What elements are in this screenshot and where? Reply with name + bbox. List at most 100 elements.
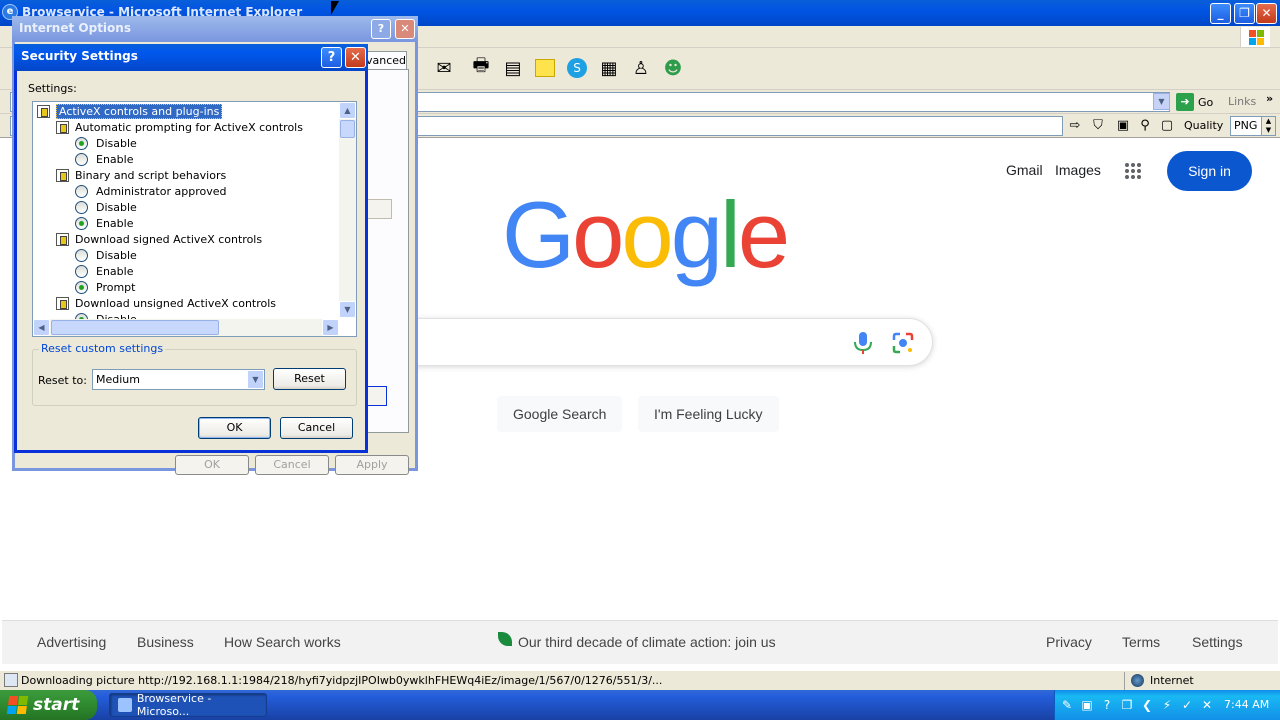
io-apply-button[interactable]: Apply [335, 455, 409, 475]
scroll-right-button[interactable]: ▶ [322, 319, 339, 336]
internet-options-title[interactable]: Internet Options [12, 16, 418, 42]
radio-checked-icon[interactable] [75, 280, 88, 294]
sign-in-button[interactable]: Sign in [1167, 151, 1252, 191]
footer-climate[interactable]: Our third decade of climate action: join… [518, 634, 776, 650]
cancel-button[interactable]: Cancel [280, 417, 353, 439]
messenger-icon[interactable]: ☻ [661, 56, 685, 80]
settings-tree[interactable]: ActiveX controls and plug-ins Automatic p… [32, 101, 357, 337]
links-label[interactable]: Links [1228, 95, 1256, 108]
format-spinner[interactable]: ▲ ▼ [1261, 117, 1275, 135]
footer-settings[interactable]: Settings [1192, 634, 1243, 650]
setting-group-icon[interactable] [56, 168, 69, 182]
vertical-scrollbar[interactable]: ▲ ▼ [339, 102, 356, 318]
tree-option[interactable]: Enable [75, 151, 133, 167]
ss-close-button[interactable]: ✕ [345, 47, 366, 68]
io-ok-button[interactable]: OK [175, 455, 249, 475]
reset-level-select[interactable]: Medium ▼ [92, 369, 265, 390]
start-button[interactable]: start [0, 690, 97, 720]
tree-setting[interactable]: ActiveX controls and plug-ins [37, 103, 223, 119]
tree-setting[interactable]: Automatic prompting for ActiveX controls [56, 119, 303, 135]
horizontal-scrollbar[interactable]: ◀ ▶ [33, 319, 339, 336]
tree-option[interactable]: Disable [75, 135, 137, 151]
setting-group-icon[interactable] [56, 120, 69, 134]
tray-help-icon[interactable]: ? [1099, 697, 1115, 713]
tree-option[interactable]: Disable [75, 247, 137, 263]
scroll-left-button[interactable]: ◀ [33, 319, 50, 336]
images-link[interactable]: Images [1055, 162, 1101, 178]
scroll-up-button[interactable]: ▲ [339, 102, 356, 119]
scroll-down-button[interactable]: ▼ [339, 301, 356, 318]
note-icon[interactable] [533, 56, 557, 80]
radio-icon[interactable] [75, 200, 88, 214]
close-button[interactable]: ✕ [1256, 3, 1277, 24]
page-icon[interactable]: ▣ [1114, 117, 1132, 135]
google-search-button[interactable]: Google Search [497, 396, 623, 432]
bookmark-icon[interactable]: ⛉ [1089, 117, 1107, 135]
minimize-button[interactable]: _ [1210, 3, 1231, 24]
vertical-scroll-thumb[interactable] [340, 120, 355, 138]
footer-privacy[interactable]: Privacy [1046, 634, 1092, 650]
footer-business[interactable]: Business [137, 634, 194, 650]
tree-option[interactable]: Enable [75, 215, 133, 231]
security-settings-title[interactable]: Security Settings [14, 44, 368, 71]
microphone-icon[interactable] [852, 331, 874, 355]
ok-button[interactable]: OK [198, 417, 271, 439]
taskbar-item-browservice[interactable]: Browservice - Microso... [109, 692, 267, 718]
setting-group-icon[interactable] [37, 104, 50, 118]
tree-option[interactable]: Administrator approved [75, 183, 226, 199]
reset-button[interactable]: Reset [273, 368, 346, 390]
io-cancel-button[interactable]: Cancel [255, 455, 329, 475]
radio-icon[interactable] [75, 184, 88, 198]
gmail-link[interactable]: Gmail [1006, 162, 1043, 178]
lens-icon[interactable] [891, 331, 915, 355]
io-hidden-field[interactable] [367, 386, 387, 406]
address-dropdown[interactable]: ▼ [1153, 93, 1170, 110]
tray-sound-icon[interactable]: ✕ [1199, 697, 1215, 713]
radio-icon[interactable] [75, 264, 88, 278]
chevron-down-icon[interactable]: ▼ [247, 370, 264, 389]
radio-checked-icon[interactable] [75, 216, 88, 230]
skype-icon[interactable]: S [565, 56, 589, 80]
tree-option[interactable]: Enable [75, 263, 133, 279]
footer-how-search-works[interactable]: How Search works [224, 634, 341, 650]
ss-help-button[interactable]: ? [321, 47, 342, 68]
tray-security-icon[interactable]: ✓ [1179, 697, 1195, 713]
setting-group-icon[interactable] [56, 232, 69, 246]
user-icon[interactable]: ♙ [629, 56, 653, 80]
tray-back-icon[interactable]: ❮ [1139, 697, 1155, 713]
research-icon[interactable]: ▦ [597, 56, 621, 80]
tree-label: Enable [96, 216, 134, 230]
find-icon[interactable]: ⚲ [1136, 117, 1154, 135]
tree-option[interactable]: Disable [75, 199, 137, 215]
radio-icon[interactable] [75, 248, 88, 262]
apps-grid-icon[interactable] [1125, 163, 1141, 179]
tree-option[interactable]: Prompt [75, 279, 135, 295]
tree-setting[interactable]: Download unsigned ActiveX controls [56, 295, 276, 311]
print-icon[interactable]: 🖶 [469, 55, 493, 80]
horizontal-scroll-thumb[interactable] [51, 320, 219, 335]
go-arrow-icon: ➜ [1176, 93, 1194, 111]
mail-icon[interactable]: ✉ [432, 56, 456, 80]
tray-window-icon[interactable]: ❐ [1119, 697, 1135, 713]
radio-checked-icon[interactable] [75, 136, 88, 150]
restore-button[interactable]: ❐ [1234, 3, 1255, 24]
radio-icon[interactable] [75, 152, 88, 166]
tree-setting[interactable]: Download signed ActiveX controls [56, 231, 262, 247]
tray-shield-icon[interactable]: ⚡ [1159, 697, 1175, 713]
tray-pen-icon[interactable]: ✎ [1059, 697, 1075, 713]
tree-setting[interactable]: Binary and script behaviors [56, 167, 226, 183]
go-button[interactable]: ➜ Go [1176, 92, 1213, 112]
footer-advertising[interactable]: Advertising [37, 634, 106, 650]
io-close-button[interactable]: ✕ [395, 19, 415, 39]
format-select[interactable]: PNG ▲ ▼ [1230, 116, 1276, 136]
footer-terms[interactable]: Terms [1122, 634, 1160, 650]
feeling-lucky-button[interactable]: I'm Feeling Lucky [638, 396, 779, 432]
setting-group-icon[interactable] [56, 296, 69, 310]
io-hidden-button[interactable] [367, 199, 392, 219]
tray-display-icon[interactable]: ▣ [1079, 697, 1095, 713]
forward-arrow-icon[interactable]: ⇨ [1066, 117, 1084, 135]
links-chevron-icon[interactable]: » [1266, 92, 1273, 105]
io-help-button[interactable]: ? [371, 19, 391, 39]
edit-icon[interactable]: ▤ [501, 56, 525, 80]
clipboard-icon[interactable]: ▢ [1158, 117, 1176, 135]
